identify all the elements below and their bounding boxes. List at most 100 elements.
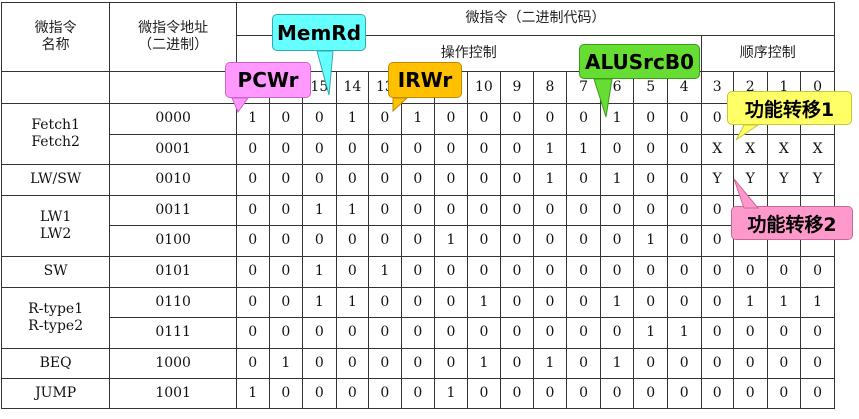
bit-header-9: 9 [500, 71, 534, 104]
pcwr-label: PCWr [237, 68, 299, 92]
bit-cell: 0 [368, 134, 402, 165]
bit-cell: 0 [400, 378, 436, 409]
bit-cell: 0 [236, 225, 270, 257]
bit-cell: 0 [599, 195, 635, 226]
bit-cell: 1 [633, 317, 668, 349]
table-row: R-type1 R-type2 0110 0 0 1 1 0 0 0 1 0 0 0 1 0 0 0 1 1 1 [0, 287, 835, 349]
bit-cell: 0 [532, 195, 568, 226]
bit-cell: 0 [500, 103, 534, 135]
instruction-name: LW1 LW2 [0, 195, 111, 257]
bit-cell: 0 [400, 348, 436, 379]
instruction-address: 1000 [109, 348, 238, 379]
bit-cell: 0 [566, 164, 601, 196]
bit-cell: 1 [532, 164, 568, 196]
bit-cell: 0 [700, 348, 734, 379]
bit-cell: 0 [700, 225, 734, 257]
bit-cell: 1 [599, 287, 635, 318]
irwr-label: IRWr [397, 68, 453, 92]
bit-cell: 0 [434, 103, 468, 135]
bit-cell: 1 [800, 287, 835, 318]
bit-cell: 0 [700, 195, 734, 226]
table-row: BEQ 1000 0 1 0 0 0 0 0 1 0 1 0 1 0 0 0 0 0 0 [0, 348, 835, 379]
header-blank-name [0, 71, 111, 104]
bit-header-10: 10 [466, 71, 502, 104]
pcwr-pointer [231, 97, 249, 114]
bit-cell: 0 [236, 195, 270, 226]
bit-cell: 0 [368, 164, 402, 196]
bit-cell: 0 [434, 317, 468, 349]
bit-cell: 0 [302, 103, 337, 135]
instruction-address: 0001 [109, 134, 238, 165]
bit-cell: 0 [800, 348, 835, 379]
bit-cell: 1 [335, 103, 370, 135]
bit-cell: 0 [335, 317, 370, 349]
bit-cell: 0 [766, 317, 802, 349]
bit-cell: X [732, 134, 768, 165]
bit-cell: 0 [666, 256, 702, 288]
table-row: Fetch1 Fetch20000100101000001000000 [0, 103, 835, 165]
bit-cell: 1 [766, 287, 802, 318]
bit-cell: 0 [500, 348, 534, 379]
bit-cell: 0 [335, 164, 370, 196]
bit-cell: 0 [268, 195, 304, 226]
instruction-name: Fetch1 Fetch2 [0, 103, 111, 165]
bit-cell: 0 [599, 317, 635, 349]
bit-header-8: 8 [532, 71, 568, 104]
bit-cell: 1 [268, 348, 304, 379]
table-row: 0001 0 0 0 0 0 0 0 0 0 1 1 0 0 0 X X X X [2, 134, 835, 165]
table-row: 0111 0 0 0 0 0 0 0 0 0 0 0 0 1 1 0 0 0 0 [2, 317, 835, 349]
bit-cell: 0 [302, 378, 337, 409]
bit-cell: 0 [599, 256, 635, 288]
bit-cell: 1 [335, 287, 370, 318]
bit-cell: 0 [732, 256, 768, 288]
header-seq-group: 顺序控制 [700, 35, 835, 72]
bit-cell: 0 [466, 195, 502, 226]
bit-cell: 0 [466, 378, 502, 409]
bit-cell: 0 [335, 348, 370, 379]
bit-cell: 0 [400, 225, 436, 257]
bit-cell: 0 [566, 103, 601, 135]
bit-cell: 1 [302, 195, 337, 226]
bit-cell: 1 [236, 378, 270, 409]
bit-cell: 0 [732, 317, 768, 349]
bit-cell: 0 [599, 378, 635, 409]
instruction-name: R-type1 R-type2 [0, 287, 111, 349]
bit-cell: 0 [732, 348, 768, 379]
bit-cell: 0 [532, 256, 568, 288]
bit-cell: 0 [466, 225, 502, 257]
table-row: LW/SW 0010 0 0 0 0 0 0 0 0 0 1 0 1 0 0 Y Y Y Y [0, 164, 835, 196]
bit-cell: 0 [302, 225, 337, 257]
bit-cell: 0 [268, 317, 304, 349]
bit-cell: 0 [500, 164, 534, 196]
instruction-address: 0000 [109, 103, 238, 135]
bit-cell: 0 [434, 195, 468, 226]
bit-cell: 0 [268, 225, 304, 257]
bit-cell: 0 [268, 164, 304, 196]
instruction-name: BEQ [0, 348, 111, 379]
bit-cell: Y [800, 164, 835, 196]
instruction-address: 0010 [109, 164, 238, 196]
bit-cell: 0 [466, 164, 502, 196]
bit-cell: 0 [532, 225, 568, 257]
bit-cell: 0 [368, 348, 402, 379]
bit-cell: Y [732, 164, 768, 196]
bit-cell: 0 [700, 287, 734, 318]
bit-cell: 1 [532, 134, 568, 165]
bit-cell: 0 [566, 378, 601, 409]
bit-cell: 0 [666, 195, 702, 226]
instruction-address: 0100 [109, 225, 238, 257]
bit-cell: 0 [335, 134, 370, 165]
bit-cell: 0 [532, 287, 568, 318]
alusrcb0-callout: ALUSrcB0 [579, 44, 700, 118]
bit-cell: 0 [400, 317, 436, 349]
bit-cell: 0 [400, 195, 436, 226]
bit-cell: 0 [500, 317, 534, 349]
bit-cell: 0 [800, 378, 835, 409]
bit-cell: 0 [766, 348, 802, 379]
bit-cell: 0 [500, 378, 534, 409]
instruction-address: 1001 [109, 378, 238, 409]
bit-cell: 0 [335, 225, 370, 257]
alusrcb0-label: ALUSrcB0 [584, 49, 695, 74]
header-name: 微指令 名称 [0, 2, 111, 72]
bit-cell: 0 [666, 287, 702, 318]
